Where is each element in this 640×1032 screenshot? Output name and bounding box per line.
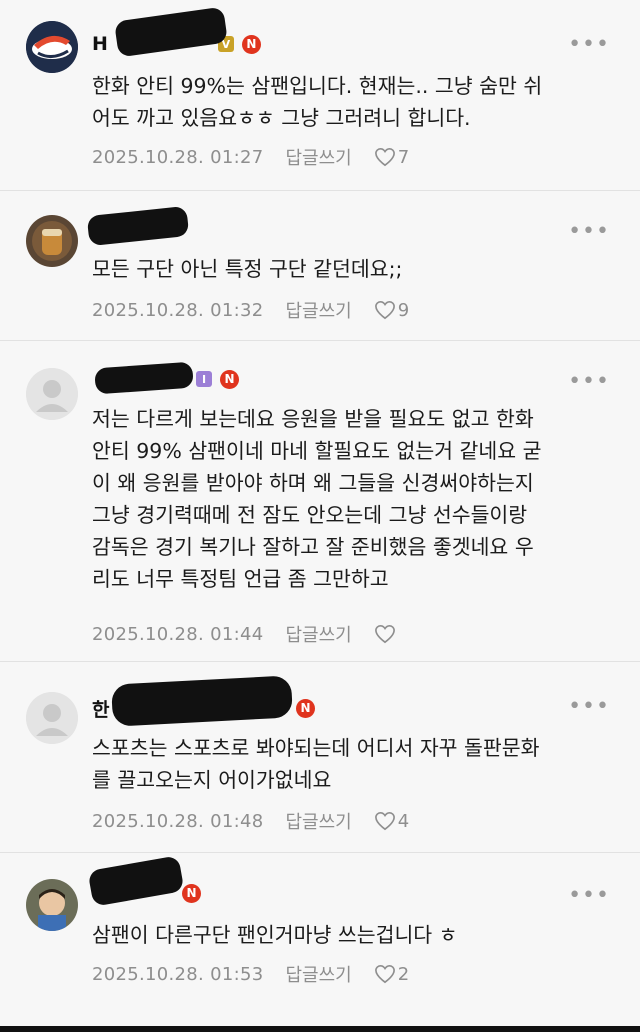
more-horizontal-icon[interactable]: ••• <box>568 221 610 243</box>
like-count: 4 <box>397 810 410 832</box>
badge-n: N <box>220 369 239 389</box>
comment-item: I N ••• 저는 다르게 보는데요 응원을 받을 필요도 없고 한화 안티 … <box>0 341 640 661</box>
reply-button[interactable]: 답글쓰기 <box>285 621 351 647</box>
avatar[interactable] <box>26 21 78 73</box>
more-horizontal-icon[interactable]: ••• <box>568 371 610 393</box>
comment-date: 2025.10.28. 01:44 <box>92 623 264 645</box>
author-name[interactable]: 한 <box>92 695 109 722</box>
avatar[interactable] <box>26 879 78 931</box>
badge-i: I <box>196 371 212 387</box>
comment-date: 2025.10.28. 01:32 <box>92 299 264 321</box>
comment-meta: 2025.10.28. 01:53 답글쓰기 2 <box>92 961 409 987</box>
heart-icon <box>374 964 395 984</box>
avatar[interactable] <box>26 692 78 744</box>
badge-n: N <box>296 698 315 718</box>
like-count: 7 <box>397 146 410 168</box>
comment-item: H V N ••• 한화 안티 99%는 삼팬입니다. 현재는.. 그냥 숨만 … <box>0 0 640 190</box>
heart-icon <box>374 300 395 320</box>
redacted-name <box>87 855 185 907</box>
like-button[interactable]: 7 <box>374 147 409 168</box>
redacted-name <box>86 205 190 247</box>
heart-icon <box>374 147 395 167</box>
like-button[interactable] <box>374 624 398 644</box>
more-horizontal-icon[interactable]: ••• <box>568 34 610 56</box>
more-horizontal-icon[interactable]: ••• <box>568 885 610 907</box>
comment-item: ••• 모든 구단 아닌 특정 구단 같던데요;; 2025.10.28. 01… <box>0 191 640 340</box>
default-avatar-icon <box>26 692 78 744</box>
profile-photo-icon <box>26 879 78 931</box>
badge-n: N <box>241 34 261 54</box>
heart-icon <box>374 811 395 831</box>
redacted-name <box>94 361 194 395</box>
redacted-name <box>111 675 293 727</box>
more-horizontal-icon[interactable]: ••• <box>568 696 610 718</box>
reply-button[interactable]: 답글쓰기 <box>285 297 351 323</box>
author-row: N <box>182 881 201 905</box>
comment-text: 스포츠는 스포츠로 봐야되는데 어디서 자꾸 돌판문화 를 끌고오는지 어이가없… <box>92 736 540 792</box>
comment-meta: 2025.10.28. 01:44 답글쓰기 <box>92 621 398 647</box>
like-count: 9 <box>397 299 410 321</box>
comment-item: N ••• 삼팬이 다른구단 팬인거마냥 쓰는겁니다 ㅎ 2025.10.28.… <box>0 853 640 1023</box>
author-row: I N <box>196 367 239 391</box>
comment-meta: 2025.10.28. 01:32 답글쓰기 9 <box>92 297 409 323</box>
comment-text: 한화 안티 99%는 삼팬입니다. 현재는.. 그냥 숨만 쉬 어도 까고 있음… <box>92 74 543 130</box>
author-row: 한 <box>92 695 109 722</box>
comment-text: 저는 다르게 보는데요 응원을 받을 필요도 없고 한화 안티 99% 삼팬이네… <box>92 407 542 591</box>
badge-row: N <box>296 696 315 720</box>
comment-date: 2025.10.28. 01:48 <box>92 810 264 832</box>
team-logo-icon <box>26 21 78 73</box>
like-button[interactable]: 2 <box>374 964 409 985</box>
comment-meta: 2025.10.28. 01:27 답글쓰기 7 <box>92 144 409 170</box>
comment-date: 2025.10.28. 01:27 <box>92 146 264 168</box>
reply-button[interactable]: 답글쓰기 <box>285 808 351 834</box>
avatar[interactable] <box>26 215 78 267</box>
like-count: 2 <box>397 963 410 985</box>
like-button[interactable]: 4 <box>374 811 409 832</box>
bottom-edge <box>0 1026 640 1032</box>
like-button[interactable]: 9 <box>374 300 409 321</box>
badge-n: N <box>182 883 201 903</box>
comment-meta: 2025.10.28. 01:48 답글쓰기 4 <box>92 808 409 834</box>
reply-button[interactable]: 답글쓰기 <box>285 961 351 987</box>
comment-text: 삼팬이 다른구단 팬인거마냥 쓰는겁니다 ㅎ <box>92 923 458 947</box>
comment-date: 2025.10.28. 01:53 <box>92 963 264 985</box>
profile-photo-icon <box>26 215 78 267</box>
reply-button[interactable]: 답글쓰기 <box>285 144 351 170</box>
heart-icon <box>374 624 395 644</box>
avatar[interactable] <box>26 368 78 420</box>
default-avatar-icon <box>26 368 78 420</box>
comment-item: 한 N ••• 스포츠는 스포츠로 봐야되는데 어디서 자꾸 돌판문화 를 끌고… <box>0 662 640 852</box>
author-name[interactable]: H <box>92 33 108 55</box>
comment-text: 모든 구단 아닌 특정 구단 같던데요;; <box>92 257 403 281</box>
